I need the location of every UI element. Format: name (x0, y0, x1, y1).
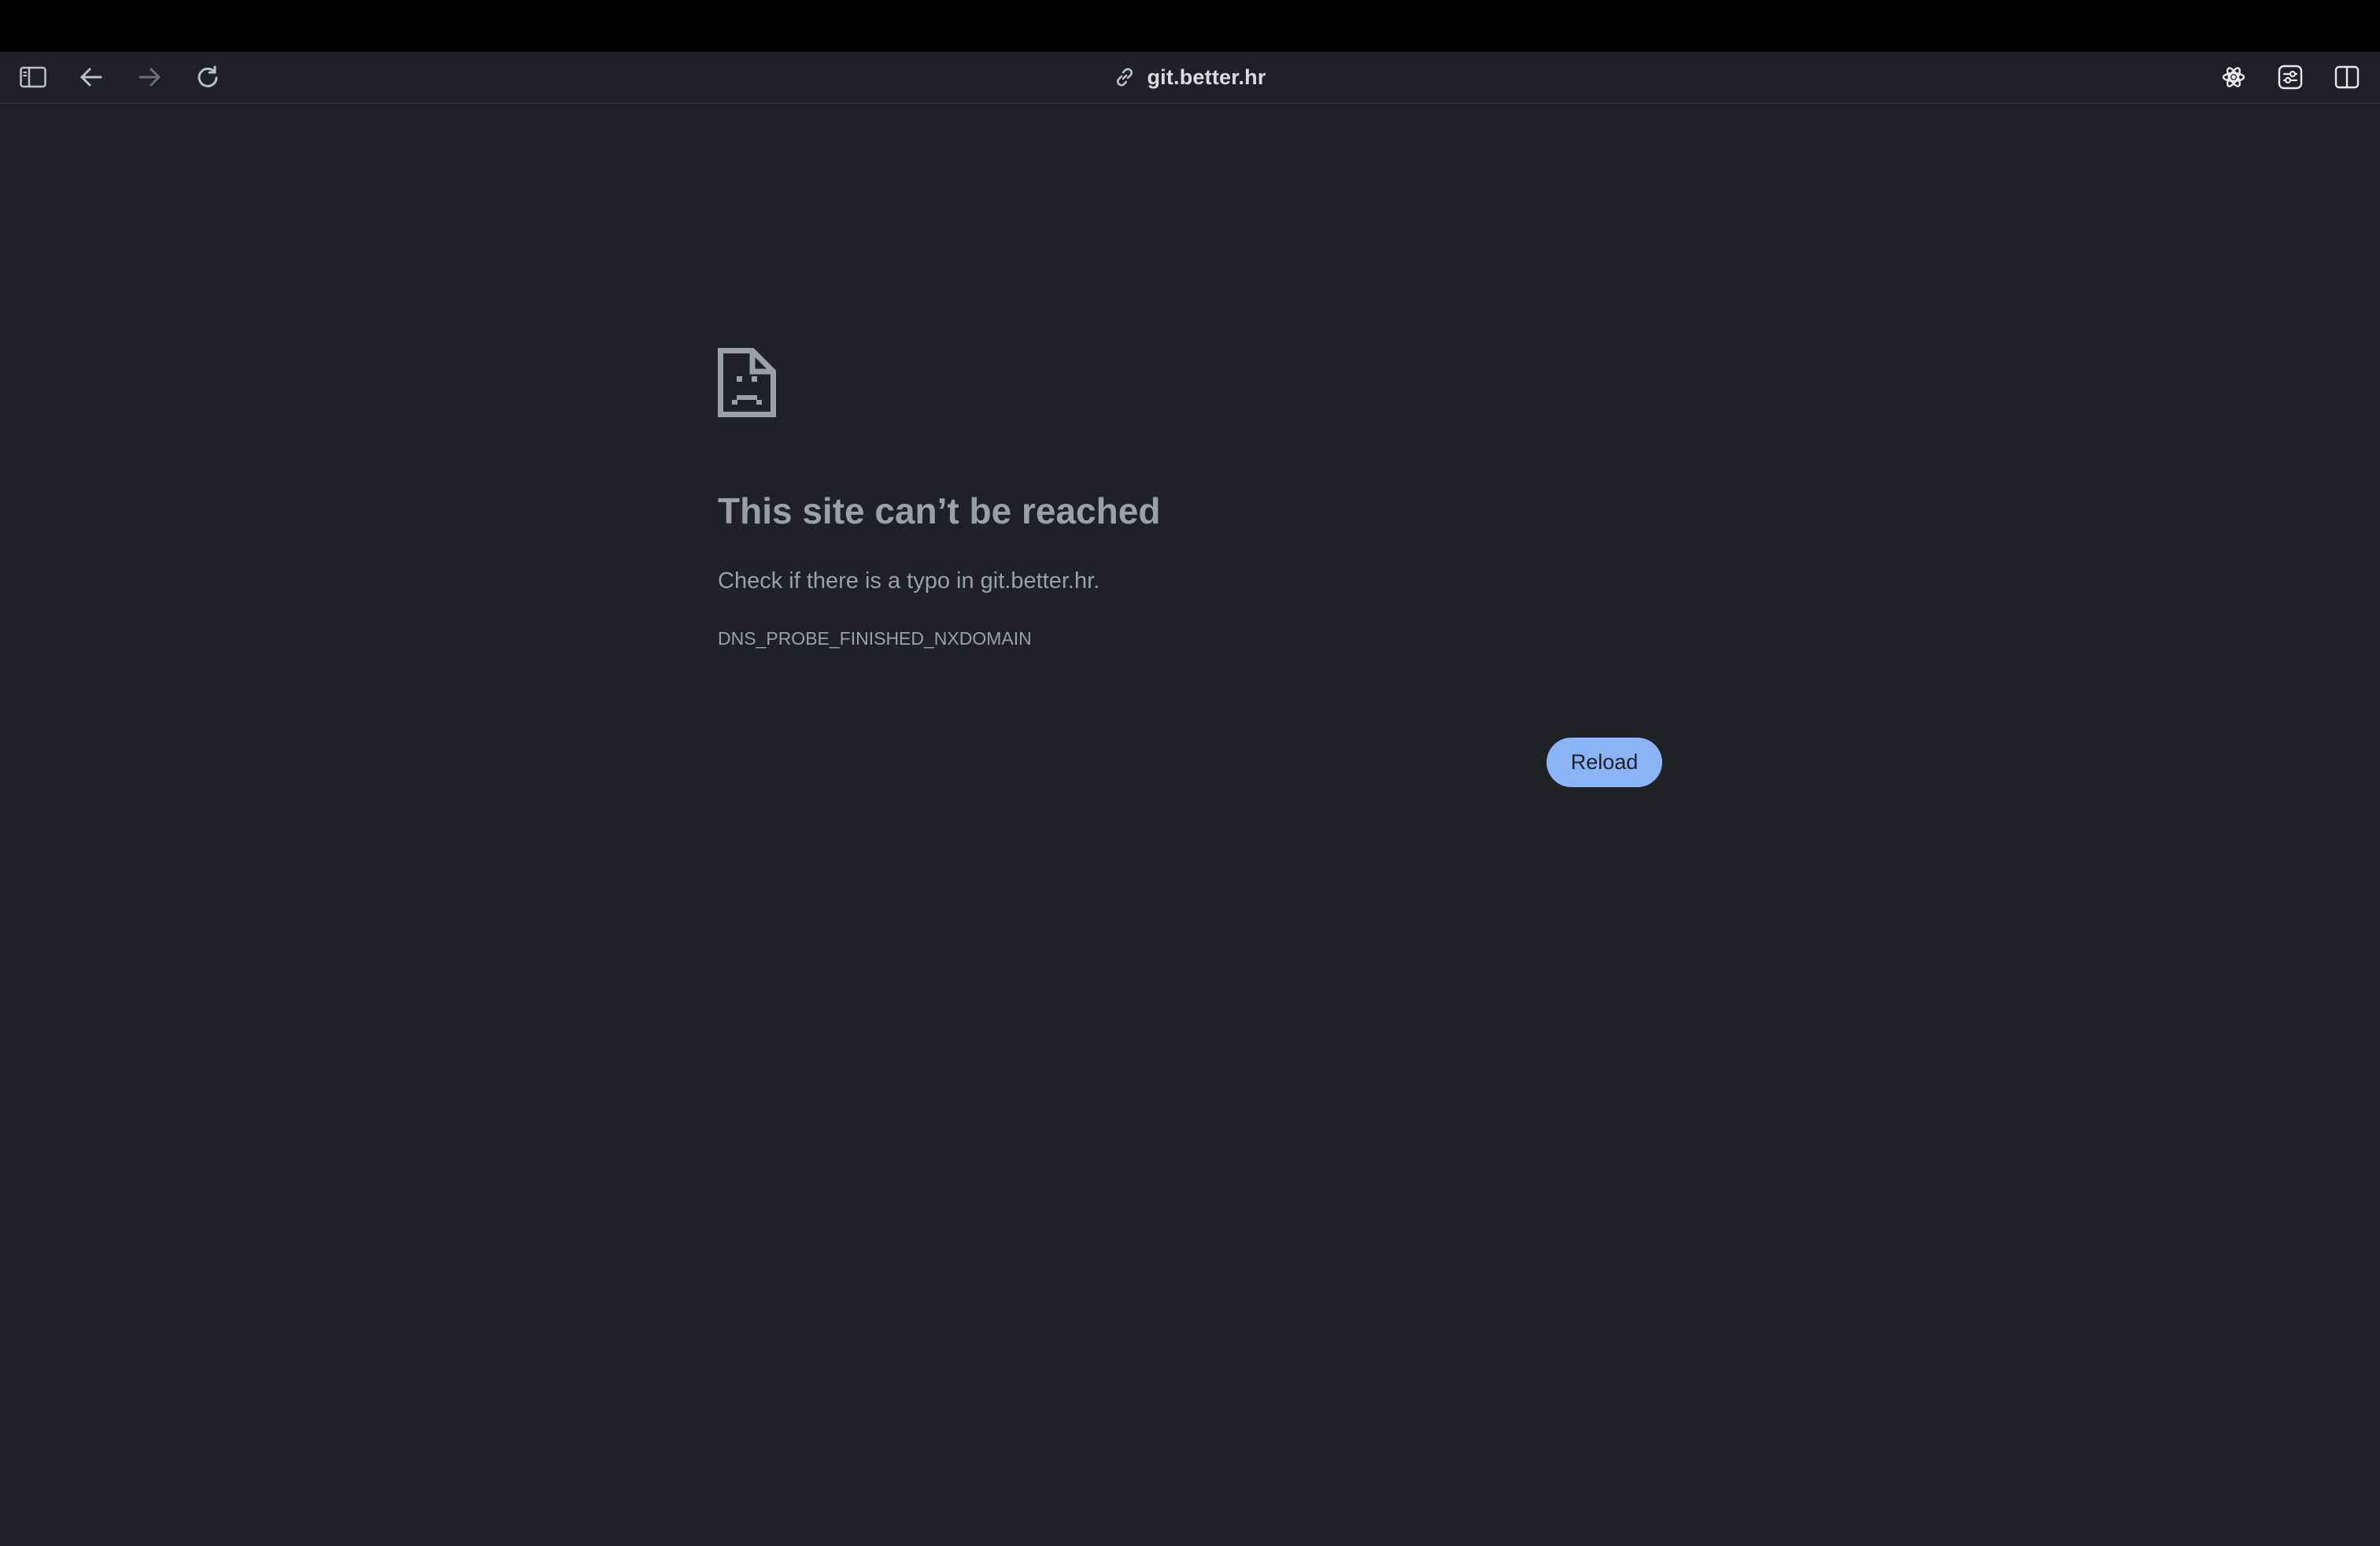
browser-toolbar: git.better.hr (0, 52, 2380, 104)
link-icon (1117, 68, 1133, 87)
error-page-content: This site can’t be reached Check if ther… (718, 348, 1662, 649)
split-view-button[interactable] (2331, 61, 2363, 93)
address-url: git.better.hr (1147, 65, 1266, 89)
forward-arrow-icon (139, 68, 161, 87)
forward-button[interactable] (134, 61, 165, 93)
address-bar[interactable]: git.better.hr (1086, 61, 1294, 93)
back-button[interactable] (76, 61, 107, 93)
reload-icon (198, 65, 218, 87)
error-title: This site can’t be reached (718, 490, 1161, 531)
reload-toolbar-button[interactable] (192, 61, 224, 93)
sad-document-icon (718, 348, 776, 417)
back-arrow-icon (80, 68, 102, 87)
system-menu-bar (0, 0, 2380, 52)
atom-extension-button[interactable] (2218, 61, 2249, 93)
atom-extension-icon (2222, 67, 2245, 87)
extension-toggle-button[interactable] (2275, 61, 2306, 93)
extension-toggle-icon (2278, 65, 2303, 90)
error-code: DNS_PROBE_FINISHED_NXDOMAIN (718, 628, 1032, 649)
split-view-icon (2334, 65, 2360, 89)
sidebar-toggle-icon (20, 66, 46, 88)
error-message: Check if there is a typo in git.better.h… (718, 568, 1100, 594)
sidebar-toggle-button[interactable] (17, 61, 49, 93)
reload-button[interactable]: Reload (1547, 738, 1662, 787)
